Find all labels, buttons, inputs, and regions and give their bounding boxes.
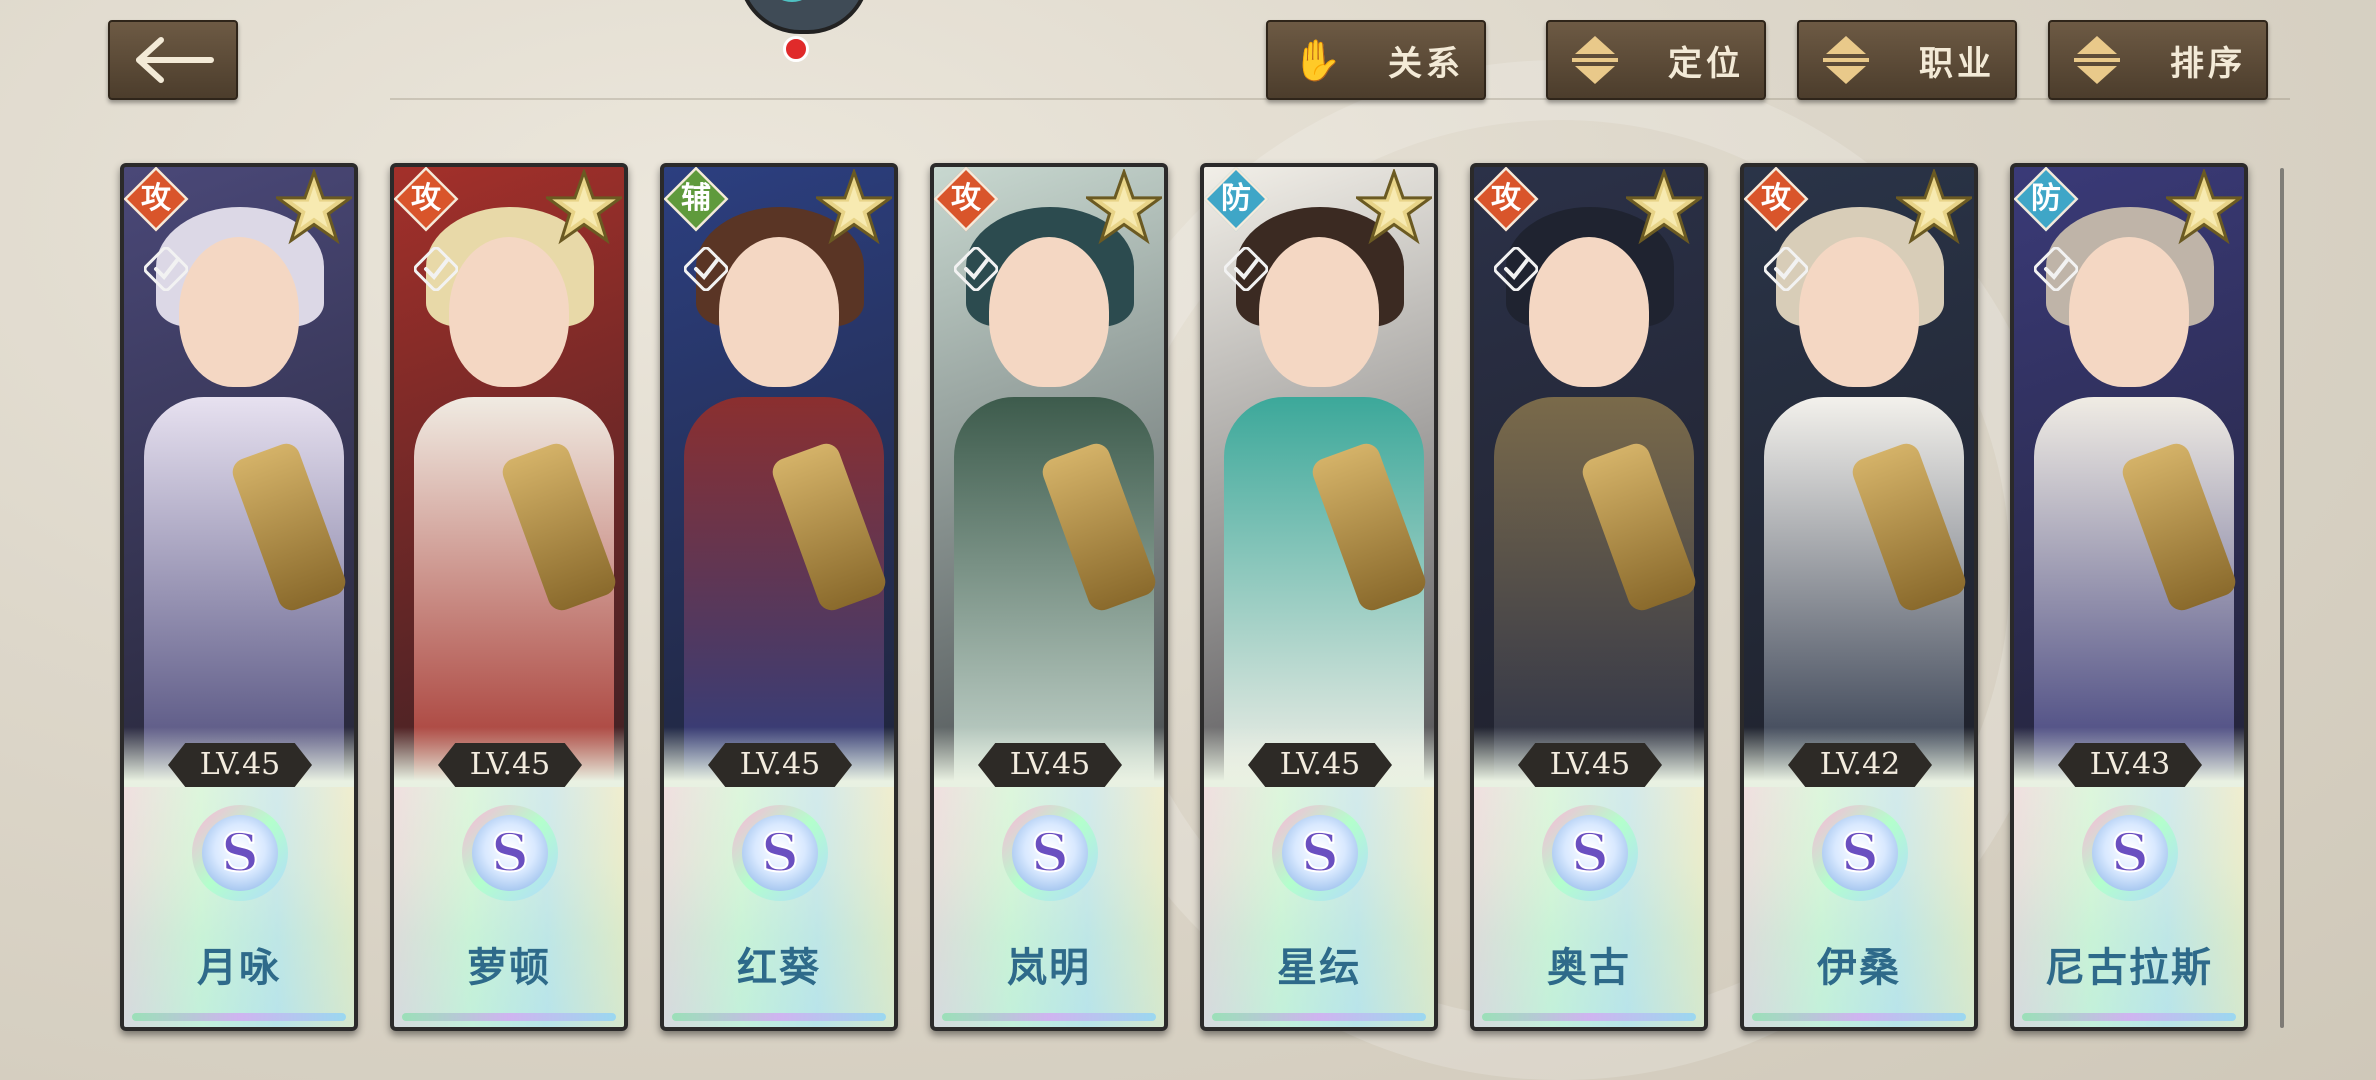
rank-s-icon: S bbox=[732, 805, 828, 901]
rank-text: S bbox=[1571, 823, 1609, 884]
back-button[interactable] bbox=[108, 20, 238, 100]
level-tag: LV.43 bbox=[2058, 743, 2202, 787]
mascot-icon[interactable] bbox=[738, 0, 870, 34]
level-tag: LV.45 bbox=[978, 743, 1122, 787]
role-label: 攻 bbox=[1761, 181, 1791, 216]
role-label: 攻 bbox=[951, 181, 981, 216]
hero-card[interactable]: 攻 LV.42 S 伊桑 bbox=[1740, 163, 1978, 1031]
hero-card[interactable]: 攻 LV.45 bbox=[390, 163, 628, 1031]
card-bottom-bar bbox=[132, 1013, 346, 1021]
sort-label: 排序 bbox=[2170, 43, 2246, 84]
checkmark-icon bbox=[414, 247, 458, 291]
level-tag: LV.45 bbox=[438, 743, 582, 787]
role-label: 攻 bbox=[411, 181, 441, 216]
rank-text: S bbox=[761, 823, 799, 884]
star-icon bbox=[816, 169, 892, 245]
hero-name: 奥古 bbox=[1547, 944, 1631, 991]
class-label: 职业 bbox=[1919, 43, 1995, 84]
hero-card[interactable]: 攻 LV.45 bbox=[120, 163, 358, 1031]
rank-s-icon: S bbox=[1812, 805, 1908, 901]
hero-name: 月咏 bbox=[197, 944, 281, 991]
hero-name: 岚明 bbox=[1007, 944, 1091, 991]
hero-name: 星纭 bbox=[1277, 944, 1361, 991]
checkmark-icon bbox=[1224, 247, 1268, 291]
rank-text: S bbox=[2111, 823, 2149, 884]
hero-card[interactable]: 防 LV.43 S 尼古拉斯 bbox=[2010, 163, 2248, 1031]
checkmark-icon bbox=[144, 247, 188, 291]
checkmark-icon bbox=[2034, 247, 2078, 291]
checkmark-icon bbox=[1494, 247, 1538, 291]
hero-name: 红葵 bbox=[737, 944, 821, 991]
rank-s-icon: S bbox=[1272, 805, 1368, 901]
rank-s-icon: S bbox=[1542, 805, 1638, 901]
scrollbar[interactable] bbox=[2280, 168, 2284, 1028]
checkmark-icon bbox=[954, 247, 998, 291]
hero-card[interactable]: 攻 LV.45 bbox=[1470, 163, 1708, 1031]
star-icon bbox=[1086, 169, 1162, 245]
role-label: 防 bbox=[2031, 181, 2061, 216]
level-tag: LV.45 bbox=[1248, 743, 1392, 787]
rank-s-icon: S bbox=[2082, 805, 2178, 901]
sort-arrows-icon bbox=[2074, 36, 2120, 84]
card-bottom-bar bbox=[1482, 1013, 1696, 1021]
notification-dot bbox=[783, 36, 809, 62]
relation-label: 关系 bbox=[1388, 43, 1464, 84]
role-label: 辅 bbox=[681, 181, 711, 216]
star-icon bbox=[1626, 169, 1702, 245]
rank-text: S bbox=[1031, 823, 1069, 884]
role-label: 防 bbox=[1221, 181, 1251, 216]
card-bottom-bar bbox=[1752, 1013, 1966, 1021]
rank-text: S bbox=[1301, 823, 1339, 884]
rank-text: S bbox=[491, 823, 529, 884]
sort-arrows-icon bbox=[1572, 36, 1618, 84]
rank-s-icon: S bbox=[192, 805, 288, 901]
hero-name: 伊桑 bbox=[1817, 944, 1901, 991]
position-filter-button[interactable]: 定位 bbox=[1546, 20, 1766, 100]
star-icon bbox=[276, 169, 352, 245]
level-tag: LV.45 bbox=[1518, 743, 1662, 787]
relation-button[interactable]: ✋ 关系 bbox=[1266, 20, 1486, 100]
card-bottom-bar bbox=[2022, 1013, 2236, 1021]
card-bottom-bar bbox=[672, 1013, 886, 1021]
position-label: 定位 bbox=[1668, 43, 1744, 84]
card-bottom-bar bbox=[1212, 1013, 1426, 1021]
role-label: 攻 bbox=[141, 181, 171, 216]
glove-icon: ✋ bbox=[1292, 37, 1342, 84]
role-label: 攻 bbox=[1491, 181, 1521, 216]
class-filter-button[interactable]: 职业 bbox=[1797, 20, 2017, 100]
hero-name: 萝顿 bbox=[467, 944, 551, 991]
rank-text: S bbox=[1841, 823, 1879, 884]
checkmark-icon bbox=[1764, 247, 1808, 291]
hero-card[interactable]: 防 LV.45 S 星纭 bbox=[1200, 163, 1438, 1031]
star-icon bbox=[546, 169, 622, 245]
sort-button[interactable]: 排序 bbox=[2048, 20, 2268, 100]
level-tag: LV.42 bbox=[1788, 743, 1932, 787]
hero-name: 尼古拉斯 bbox=[2045, 944, 2213, 991]
star-icon bbox=[2166, 169, 2242, 245]
rank-text: S bbox=[221, 823, 259, 884]
hero-card[interactable]: 攻 LV.45 bbox=[930, 163, 1168, 1031]
card-bottom-bar bbox=[942, 1013, 1156, 1021]
checkmark-icon bbox=[684, 247, 728, 291]
card-bottom-bar bbox=[402, 1013, 616, 1021]
rank-s-icon: S bbox=[1002, 805, 1098, 901]
back-arrow-icon bbox=[136, 37, 214, 83]
hero-card[interactable]: 辅 LV.45 S 红葵 bbox=[660, 163, 898, 1031]
rank-s-icon: S bbox=[462, 805, 558, 901]
star-icon bbox=[1896, 169, 1972, 245]
star-icon bbox=[1356, 169, 1432, 245]
sort-arrows-icon bbox=[1823, 36, 1869, 84]
level-tag: LV.45 bbox=[168, 743, 312, 787]
level-tag: LV.45 bbox=[708, 743, 852, 787]
